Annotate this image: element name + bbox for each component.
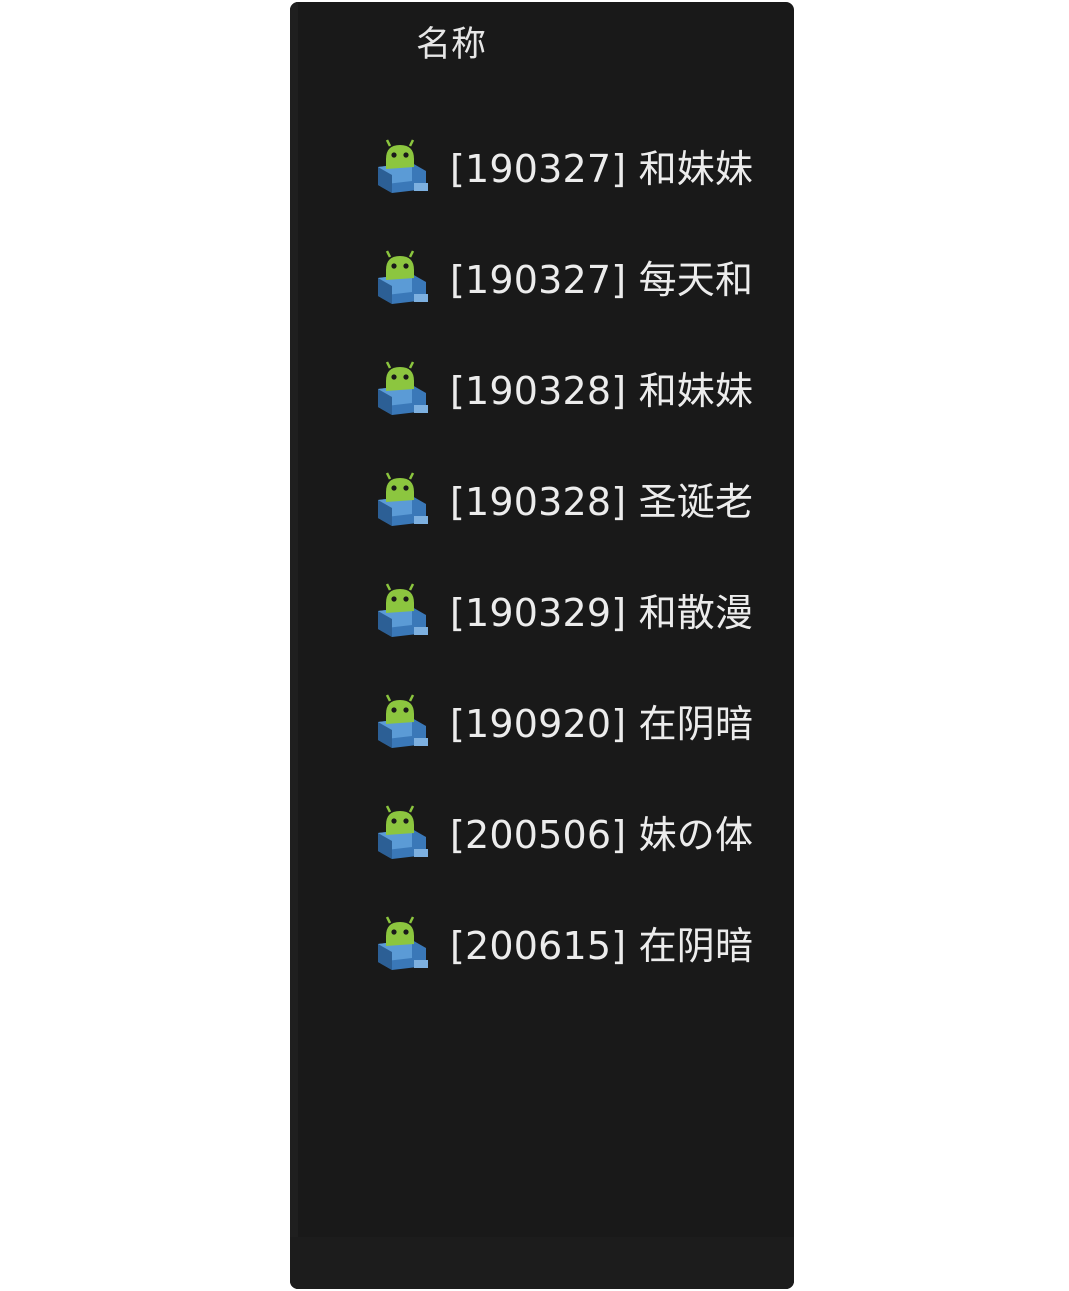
android-apk-icon (378, 804, 428, 859)
file-name: [190329] 和散漫 (450, 591, 754, 635)
list-item[interactable]: [190328] 和妹妹 (374, 332, 794, 443)
file-list: [190327] 和妹妹 [190327] 每天和 [190328] 和妹妹 [… (374, 110, 794, 998)
android-apk-icon (378, 138, 428, 193)
android-apk-icon (378, 249, 428, 304)
file-name: [200615] 在阴暗 (450, 924, 754, 968)
file-name: [190327] 每天和 (450, 258, 754, 302)
list-item[interactable]: [200506] 妹の体 (374, 776, 794, 887)
file-name: [190920] 在阴暗 (450, 702, 754, 746)
file-name: [190328] 圣诞老 (450, 480, 754, 524)
list-item[interactable]: [190329] 和散漫 (374, 554, 794, 665)
panel-bottom-bar (290, 1237, 794, 1289)
file-name: [200506] 妹の体 (450, 813, 754, 857)
android-apk-icon (378, 471, 428, 526)
android-apk-icon (378, 693, 428, 748)
list-item[interactable]: [190328] 圣诞老 (374, 443, 794, 554)
android-apk-icon (378, 582, 428, 637)
file-list-panel: 名称 [190327] 和妹妹 [190327] 每天和 [190328] 和妹… (290, 2, 794, 1289)
list-item[interactable]: [190327] 每天和 (374, 221, 794, 332)
android-apk-icon (378, 360, 428, 415)
column-header-name[interactable]: 名称 (416, 22, 486, 68)
list-item[interactable]: [190327] 和妹妹 (374, 110, 794, 221)
list-item[interactable]: [190920] 在阴暗 (374, 665, 794, 776)
file-name: [190328] 和妹妹 (450, 369, 754, 413)
list-item[interactable]: [200615] 在阴暗 (374, 887, 794, 998)
file-name: [190327] 和妹妹 (450, 147, 754, 191)
panel-left-edge (290, 2, 298, 1237)
android-apk-icon (378, 915, 428, 970)
